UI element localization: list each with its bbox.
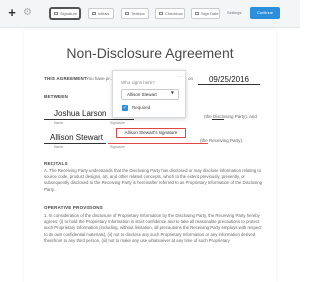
tool-signature-button[interactable]: Signature — [50, 8, 80, 19]
party1-name-caption: Name — [54, 121, 64, 125]
calendar-icon — [195, 12, 199, 15]
tool-initials-button[interactable]: Initials — [88, 8, 114, 19]
between-label: BETWEEN — [44, 94, 68, 99]
chevron-down-icon: ▼ — [170, 90, 174, 95]
provisions-paragraph: 1. In consideration of the disclosure of… — [44, 213, 262, 243]
party2-name-line — [44, 143, 106, 144]
more-options-icon[interactable]: ··· — [177, 74, 182, 80]
settings-link[interactable]: Settings — [227, 9, 241, 17]
required-checkbox[interactable]: ✓ — [122, 105, 128, 111]
tool-sign-date-button[interactable]: Sign Date — [191, 8, 220, 19]
checkbox-icon — [159, 12, 163, 15]
tool-label: Textbox — [131, 11, 145, 16]
party2-signature-line[interactable] — [108, 143, 208, 144]
tool-label: Initials — [98, 11, 110, 16]
textbox-icon — [125, 12, 129, 15]
signer-question: Who signs here? — [121, 80, 155, 85]
recitals-heading: RECITALS — [44, 161, 68, 166]
on-label: on — [188, 76, 194, 81]
tool-label: Sign Date — [201, 11, 219, 16]
party2-signature-caption: Signature — [110, 145, 125, 149]
agreement-text: You have pr... — [86, 76, 114, 81]
signer-popup: ··· Who signs here? Allison Stewart ▼ ✓ … — [112, 70, 186, 118]
agreement-label: THIS AGREEMENT — [44, 76, 87, 81]
party2-role: (the Receiving Party). — [200, 138, 244, 143]
add-icon[interactable]: + — [6, 6, 18, 19]
signer-select-value: Allison Stewart — [127, 92, 157, 97]
editor-toolbar: + ⚙ Signature Initials Textbox Checkbox … — [0, 0, 300, 28]
document-page: Non-Disclosure Agreement THIS AGREEMENT … — [24, 30, 276, 282]
continue-button[interactable]: Continue — [250, 7, 280, 19]
signature-field[interactable]: Allison Stewart's signature — [116, 128, 186, 138]
signature-icon — [54, 12, 58, 15]
signer-select[interactable]: Allison Stewart ▼ — [121, 89, 179, 100]
gear-icon[interactable]: ⚙ — [23, 8, 33, 18]
party1-signature-caption: Signature — [110, 121, 125, 125]
party1-name: Joshua Larson — [54, 109, 107, 118]
party2-name: Allison Stewart — [50, 133, 103, 142]
initials-icon — [92, 12, 96, 15]
party1-extra-line — [212, 119, 224, 120]
party1-signature-line[interactable] — [110, 119, 134, 120]
party2-name-caption: Name — [54, 145, 64, 149]
provisions-heading: OPERATIVE PROVISIONS — [44, 205, 103, 210]
recitals-paragraph: A. The Receiving Party understands that … — [44, 168, 263, 192]
tool-textbox-button[interactable]: Textbox — [121, 8, 149, 19]
tool-label: Signature — [60, 11, 78, 16]
required-label: Required — [132, 105, 151, 110]
tool-label: Checkbox — [165, 11, 183, 16]
party1-role: (the Disclosing Party), and — [204, 114, 257, 119]
agreement-date-field[interactable]: 09/25/2016 — [198, 75, 260, 85]
document-title: Non-Disclosure Agreement — [66, 45, 234, 61]
tool-checkbox-button[interactable]: Checkbox — [155, 8, 185, 19]
